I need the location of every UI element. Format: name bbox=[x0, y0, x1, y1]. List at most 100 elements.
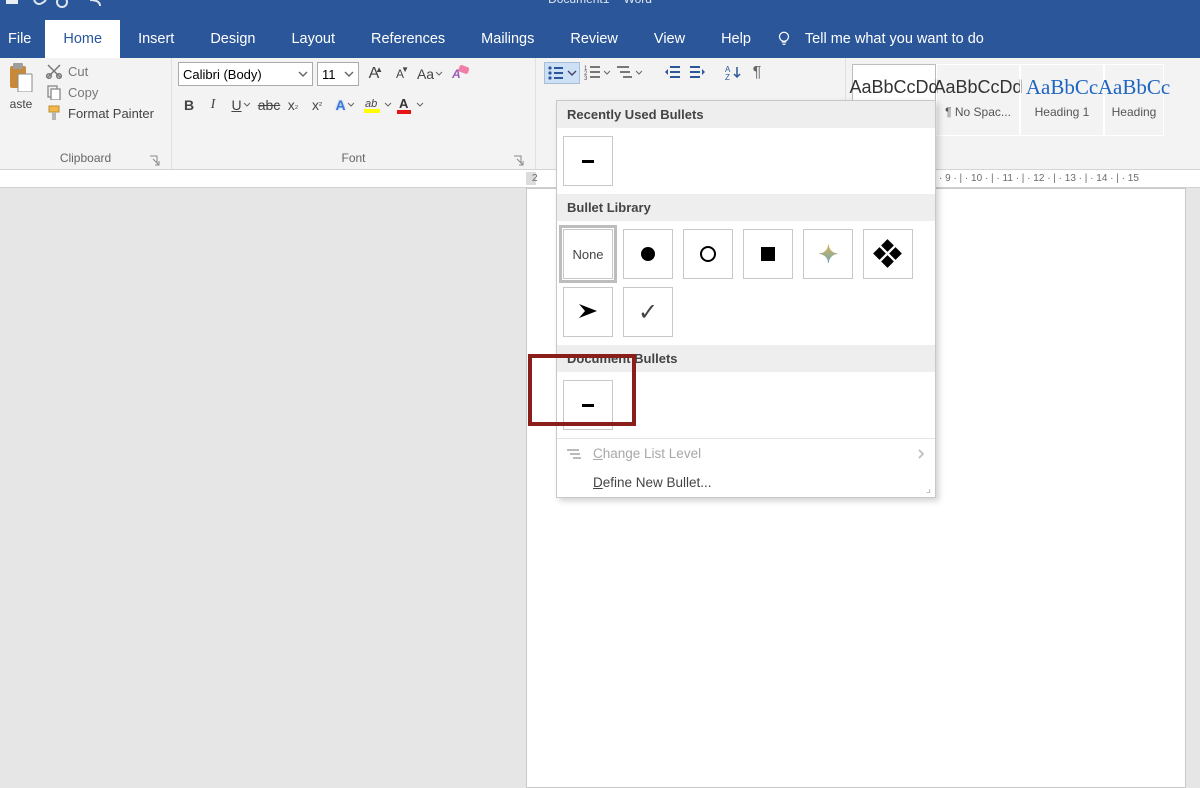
multilevel-list-button[interactable] bbox=[614, 62, 644, 84]
tab-home[interactable]: Home bbox=[45, 20, 120, 58]
svg-text:A: A bbox=[399, 96, 409, 111]
bullet-square[interactable] bbox=[743, 229, 793, 279]
indent-icon bbox=[688, 64, 706, 82]
tell-me[interactable]: Tell me what you want to do bbox=[775, 20, 984, 58]
bullet-arrowhead[interactable] bbox=[563, 287, 613, 337]
section-bullet-library: Bullet Library bbox=[557, 194, 935, 221]
bullet-4point-star[interactable]: ✦ bbox=[803, 229, 853, 279]
paste-label: aste bbox=[6, 97, 36, 111]
shrink-font-button[interactable]: A▼ bbox=[389, 63, 411, 85]
ribbon-tabs: File Home Insert Design Layout Reference… bbox=[0, 20, 1200, 58]
style-name: Heading bbox=[1105, 105, 1163, 119]
define-new-bullet[interactable]: Define New Bullet... bbox=[557, 468, 935, 497]
cut-label: Cut bbox=[68, 64, 88, 79]
copy-icon bbox=[46, 84, 62, 100]
tab-view[interactable]: View bbox=[636, 20, 703, 58]
change-list-level: Change List Level bbox=[557, 439, 935, 468]
grow-font-button[interactable]: A▲ bbox=[363, 63, 385, 85]
chevron-down-icon bbox=[243, 101, 251, 109]
resize-grip-icon[interactable]: ⌟ bbox=[926, 482, 931, 495]
style-heading-2[interactable]: AaBbCc Heading bbox=[1104, 64, 1164, 136]
tab-file[interactable]: File bbox=[0, 20, 45, 58]
bullet-dash-recent[interactable] bbox=[563, 136, 613, 186]
bold-button[interactable]: B bbox=[178, 94, 200, 116]
list-level-icon bbox=[567, 448, 583, 460]
increase-indent-button[interactable] bbox=[686, 62, 708, 84]
tab-review[interactable]: Review bbox=[552, 20, 636, 58]
change-case-button[interactable]: Aa bbox=[415, 63, 445, 85]
bullets-icon bbox=[547, 64, 565, 82]
font-name-value: Calibri (Body) bbox=[183, 67, 262, 82]
subscript-button[interactable]: x₂ bbox=[282, 94, 304, 116]
tab-layout[interactable]: Layout bbox=[273, 20, 353, 58]
section-recent-bullets: Recently Used Bullets bbox=[557, 101, 935, 128]
chevron-down-icon bbox=[567, 68, 577, 78]
bullet-disc[interactable] bbox=[623, 229, 673, 279]
document-name: Document1 bbox=[548, 0, 609, 6]
bullets-button[interactable] bbox=[544, 62, 580, 84]
bullet-none[interactable]: None bbox=[563, 229, 613, 279]
tab-references[interactable]: References bbox=[353, 20, 463, 58]
font-size-combo[interactable]: 11 bbox=[317, 62, 359, 86]
show-marks-button[interactable]: ¶ bbox=[746, 62, 768, 84]
paste-button[interactable]: aste bbox=[6, 62, 36, 111]
style-preview: AaBbCcDd bbox=[937, 69, 1019, 105]
sort-button[interactable]: AZ bbox=[722, 62, 744, 84]
chevron-down-icon bbox=[347, 101, 355, 109]
quick-access-glyphs bbox=[4, 0, 144, 14]
style-no-spacing[interactable]: AaBbCcDd ¶ No Spac... bbox=[936, 64, 1020, 136]
eraser-icon: A bbox=[449, 63, 471, 85]
numbering-button[interactable]: 123 bbox=[582, 62, 612, 84]
font-size-value: 11 bbox=[322, 67, 336, 82]
title-bar: Document1 Word bbox=[0, 0, 1200, 20]
svg-text:ab: ab bbox=[365, 98, 377, 110]
quick-access-area bbox=[0, 0, 150, 20]
bullet-dash-document[interactable] bbox=[563, 380, 613, 430]
window-title: Document1 Word bbox=[548, 0, 652, 6]
tab-mailings[interactable]: Mailings bbox=[463, 20, 552, 58]
chevron-down-icon bbox=[416, 101, 424, 109]
tell-me-label: Tell me what you want to do bbox=[805, 31, 984, 47]
decrease-indent-button[interactable] bbox=[662, 62, 684, 84]
clipboard-launcher-icon[interactable] bbox=[149, 155, 161, 167]
paintbrush-icon bbox=[46, 105, 62, 121]
format-painter-button[interactable]: Format Painter bbox=[42, 104, 158, 122]
app-name: Word bbox=[623, 0, 651, 6]
sort-icon: AZ bbox=[724, 64, 742, 82]
svg-text:3: 3 bbox=[584, 76, 588, 82]
chevron-down-icon bbox=[603, 69, 611, 77]
strikethrough-button[interactable]: abc bbox=[258, 94, 280, 116]
tab-help[interactable]: Help bbox=[703, 20, 769, 58]
chevron-down-icon bbox=[344, 69, 354, 79]
scissors-icon bbox=[46, 63, 62, 79]
section-document-bullets: Document Bullets bbox=[557, 345, 935, 372]
outdent-icon bbox=[664, 64, 682, 82]
ruler-marks-right: · 9 · | · 10 · | · 11 · | · 12 · | · 13 … bbox=[939, 173, 1139, 184]
font-launcher-icon[interactable] bbox=[513, 155, 525, 167]
chevron-down-icon bbox=[635, 69, 643, 77]
cut-button[interactable]: Cut bbox=[42, 62, 158, 80]
clear-formatting-button[interactable]: A bbox=[449, 63, 471, 85]
bullet-4diamonds[interactable] bbox=[863, 229, 913, 279]
highlight-button[interactable]: ab bbox=[362, 94, 392, 116]
tab-insert[interactable]: Insert bbox=[120, 20, 192, 58]
style-preview: AaBbCc bbox=[1105, 69, 1163, 105]
ruler-mark: 2 bbox=[532, 173, 538, 184]
font-color-icon: A bbox=[395, 95, 415, 115]
copy-button[interactable]: Copy bbox=[42, 83, 158, 101]
superscript-button[interactable]: x² bbox=[306, 94, 328, 116]
tab-design[interactable]: Design bbox=[192, 20, 273, 58]
highlighter-icon: ab bbox=[363, 95, 383, 115]
underline-button[interactable]: U bbox=[226, 94, 256, 116]
italic-button[interactable]: I bbox=[202, 94, 224, 116]
group-font-label: Font bbox=[178, 151, 529, 167]
bullet-circle[interactable] bbox=[683, 229, 733, 279]
copy-label: Copy bbox=[68, 85, 98, 100]
format-painter-label: Format Painter bbox=[68, 106, 154, 121]
bullet-checkmark[interactable]: ✓ bbox=[623, 287, 673, 337]
font-name-combo[interactable]: Calibri (Body) bbox=[178, 62, 313, 86]
font-color-button[interactable]: A bbox=[394, 94, 424, 116]
numbering-icon: 123 bbox=[584, 64, 602, 82]
text-effects-button[interactable]: A bbox=[330, 94, 360, 116]
style-heading-1[interactable]: AaBbCc Heading 1 bbox=[1020, 64, 1104, 136]
